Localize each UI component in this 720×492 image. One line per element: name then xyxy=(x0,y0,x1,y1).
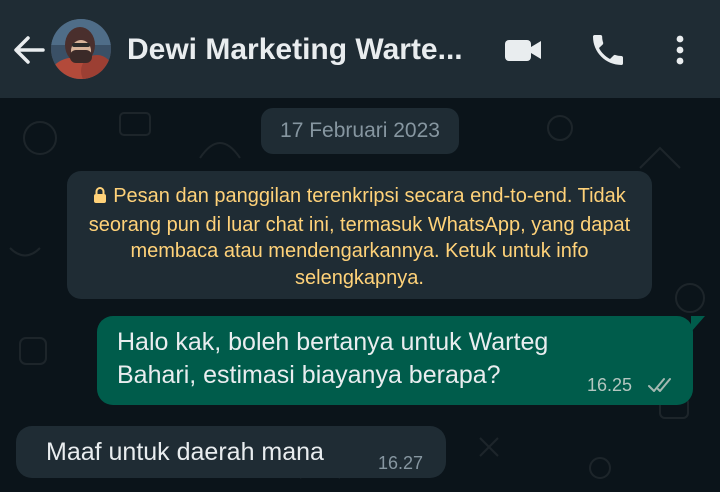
message-text: Maaf untuk daerah mana xyxy=(46,438,324,466)
bubble-tail xyxy=(691,316,705,332)
incoming-message[interactable]: Maaf untuk daerah mana 16.27 xyxy=(16,426,446,478)
profile-photo xyxy=(51,19,111,79)
date-chip: 17 Februari 2023 xyxy=(261,108,459,154)
chat-header: Dewi Marketing Warte... xyxy=(0,0,720,98)
contact-name[interactable]: Dewi Marketing Warte... xyxy=(127,30,472,70)
back-button[interactable] xyxy=(10,32,48,68)
chat-area[interactable]: 17 Februari 2023 Pesan dan panggilan ter… xyxy=(0,98,720,492)
voice-call-button[interactable] xyxy=(588,30,628,75)
more-options-button[interactable] xyxy=(668,30,692,75)
encryption-notice-text: Pesan dan panggilan terenkripsi secara e… xyxy=(88,185,631,289)
message-time: 16.25 xyxy=(587,375,633,395)
video-call-button[interactable] xyxy=(502,30,544,75)
message-text: Halo kak, boleh bertanya untuk Warteg Ba… xyxy=(117,328,549,389)
kebab-menu-icon xyxy=(676,35,684,65)
video-camera-icon xyxy=(505,40,541,61)
message-time: 16.27 xyxy=(378,453,424,473)
phone-icon xyxy=(593,35,623,65)
outgoing-message[interactable]: Halo kak, boleh bertanya untuk Warteg Ba… xyxy=(97,316,705,405)
lock-icon xyxy=(93,185,107,212)
encryption-notice[interactable]: Pesan dan panggilan terenkripsi secara e… xyxy=(67,171,652,299)
double-check-icon xyxy=(648,378,671,392)
arrow-left-icon xyxy=(14,36,45,64)
avatar[interactable] xyxy=(51,19,111,79)
